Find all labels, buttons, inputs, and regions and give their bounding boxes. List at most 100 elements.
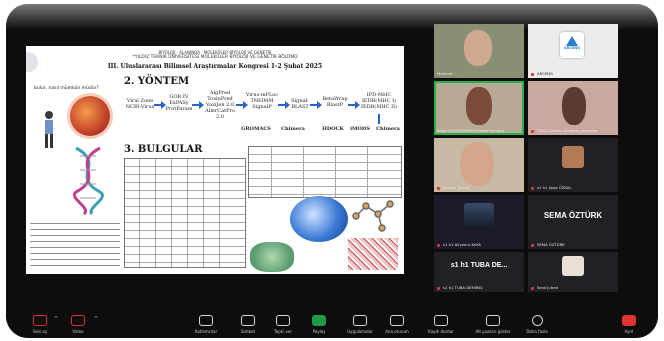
- chat-icon: [241, 315, 255, 326]
- participant-name: s1 h1 Ayşe ÖZKAL: [537, 185, 572, 190]
- method-step: Chimera: [376, 126, 400, 132]
- start-video-button[interactable]: Video: [64, 315, 92, 334]
- conference-title: III. Uluslararası Bilimsel Araştırmalar …: [107, 63, 323, 70]
- method-step: Virus-mPLoc TMHMM SignalP: [245, 92, 279, 110]
- toolbar-label: Ana oturum: [385, 329, 409, 334]
- method-step: BetaWrap BlastP: [322, 96, 348, 108]
- participant-avatar: [464, 203, 494, 229]
- participant-big-name: SEMA ÖZTÜRK: [543, 211, 603, 220]
- video-muted-icon: [71, 315, 85, 326]
- muted-mic-icon: [531, 130, 534, 133]
- participant-tile[interactable]: ARCENG ARCENG: [528, 24, 618, 78]
- participant-tile[interactable]: Sevil Juhed: [528, 252, 618, 292]
- participant-tile[interactable]: Zeliha Gülten bölümü yazılımlar: [528, 81, 618, 135]
- captions-icon: [486, 315, 500, 326]
- captions-button[interactable]: Alt yazıları göster: [468, 315, 518, 334]
- flow-arrow: [310, 101, 322, 109]
- toolbar-label: Paylaş: [312, 329, 326, 334]
- participant-name: s1 h1 TUBA DEMİREL: [443, 285, 484, 290]
- stop-recording-button[interactable]: Kaydı durdur: [418, 315, 464, 334]
- react-icon: [276, 315, 290, 326]
- section-method-heading: 2. YÖNTEM: [124, 76, 190, 87]
- mic-muted-icon: [33, 315, 47, 326]
- method-step: GOR IV ExPASy ProtParam: [165, 94, 193, 112]
- apps-button[interactable]: Uygulamalar: [340, 315, 380, 334]
- participant-name: ARCENG: [537, 71, 553, 76]
- participant-tile[interactable]: s1 h1 Aliyenur KAYA: [434, 195, 524, 249]
- method-step: Chimera: [281, 126, 305, 132]
- shared-screen[interactable]: bulur, nasıl mümkün müdür? BİYOLOJİ · AL…: [26, 46, 404, 274]
- flow-arrow: [278, 101, 290, 109]
- participant-video: [460, 142, 494, 186]
- participant-name: Zeliha Gülten bölümü yazılımlar: [537, 128, 598, 133]
- participant-tile[interactable]: s1 h1 TUBA DE... s1 h1 TUBA DEMİREL: [434, 252, 524, 292]
- poster-header: BİYOLOJİ · ALANINDA · MOLEKÜLER BİYOLOJİ…: [26, 46, 404, 76]
- flow-arrow: [348, 101, 360, 109]
- meeting-toolbar: Sesi aç ^ Video ^ Katılımcılar Sohbet Te…: [6, 298, 658, 338]
- participant-tile[interactable]: s1 h1 Ayşe ÖZKAL: [528, 138, 618, 192]
- main-session-button[interactable]: Ana oturum: [380, 315, 414, 334]
- participants-icon: [199, 315, 213, 326]
- flow-arrow: [154, 101, 166, 109]
- method-step: HDOCK: [322, 126, 344, 132]
- participant-name: s1 h1 Aliyenur KAYA: [443, 242, 481, 247]
- method-step: GROMACS: [241, 126, 271, 132]
- record-icon: [434, 315, 448, 326]
- participant-name: Mehmet ...: [437, 71, 458, 76]
- muted-mic-icon: [531, 287, 534, 290]
- toolbar-label: Tepki ver: [274, 329, 292, 334]
- toolbar-label: Kaydı durdur: [428, 329, 454, 334]
- ribbon-model-image: [250, 242, 294, 272]
- method-step: AlgPred ToxinPred VaxiJen 2.0 AllerCatPr…: [205, 90, 235, 120]
- muted-mic-icon: [437, 244, 440, 247]
- zoom-meeting-window: bulur, nasıl mümkün müdür? BİYOLOJİ · AL…: [6, 4, 658, 338]
- poster-header-line2: *YILDIZ TEKNİK ÜNİVERSİTESİ MOLEKÜLER Bİ…: [132, 55, 298, 60]
- method-step: Signal- BLAST: [291, 98, 309, 110]
- chat-button[interactable]: Sohbet: [234, 315, 262, 334]
- participant-big-name: s1 h1 TUBA DE...: [450, 262, 508, 269]
- share-screen-button[interactable]: Paylaş: [306, 315, 332, 334]
- muted-mic-icon: [437, 187, 440, 190]
- poster-intro-text: [30, 218, 120, 270]
- more-icon: [531, 315, 543, 326]
- participant-tile[interactable]: Mehmet ...: [434, 24, 524, 78]
- participant-name: Rüya Gül KARAYANI (Poster Sunum): [437, 128, 505, 133]
- flow-arrow: [192, 101, 204, 109]
- toolbar-label: Daha fazla: [526, 329, 548, 334]
- virus-illustration-icon: [70, 96, 110, 136]
- method-step: Viral Zone NCBI-Virus: [125, 98, 155, 110]
- chevron-up-icon[interactable]: ^: [54, 316, 58, 322]
- apps-icon: [353, 315, 367, 326]
- react-button[interactable]: Tepki ver: [268, 315, 298, 334]
- dna-helix-icon: [72, 146, 104, 216]
- flow-arrow-down: [378, 114, 380, 124]
- toolbar-label: Sohbet: [240, 329, 256, 334]
- results-table-2: [248, 146, 402, 198]
- participant-video: [562, 87, 586, 125]
- toolbar-label: Video: [72, 329, 84, 334]
- flow-arrow: [236, 101, 248, 109]
- results-table-1: [124, 158, 246, 268]
- protein-structure-image: [290, 196, 348, 242]
- molecule-structure-image: [352, 200, 394, 232]
- muted-mic-icon: [437, 287, 440, 290]
- arceng-logo-icon: ARCENG: [560, 32, 584, 58]
- participant-video: [464, 30, 492, 66]
- participant-tile[interactable]: SEMA ÖZTÜRK SEMA ÖZTÜRK: [528, 195, 618, 249]
- chevron-up-icon[interactable]: ^: [94, 316, 98, 322]
- share-icon: [312, 315, 326, 326]
- poster-left-panel: bulur, nasıl mümkün müdür?: [26, 46, 122, 274]
- participant-tile-active-speaker[interactable]: Rüya Gül KARAYANI (Poster Sunum): [434, 81, 524, 135]
- person-illustration-icon: [45, 111, 53, 148]
- participant-video: [466, 87, 492, 125]
- unmute-button[interactable]: Sesi aç: [26, 315, 54, 334]
- method-step: IPD-MHC IEDB(MHC I) IEDB(MHC II): [360, 92, 398, 110]
- breakout-icon: [390, 315, 404, 326]
- left-question: bulur, nasıl mümkün müdür?: [34, 86, 99, 91]
- participants-button[interactable]: Katılımcılar: [186, 315, 226, 334]
- more-button[interactable]: Daha fazla: [520, 315, 554, 334]
- participant-avatar: [562, 146, 584, 168]
- muted-mic-icon: [531, 73, 534, 76]
- participant-tile[interactable]: Serkan Tezcan: [434, 138, 524, 192]
- leave-button[interactable]: Ayrıl: [616, 315, 642, 334]
